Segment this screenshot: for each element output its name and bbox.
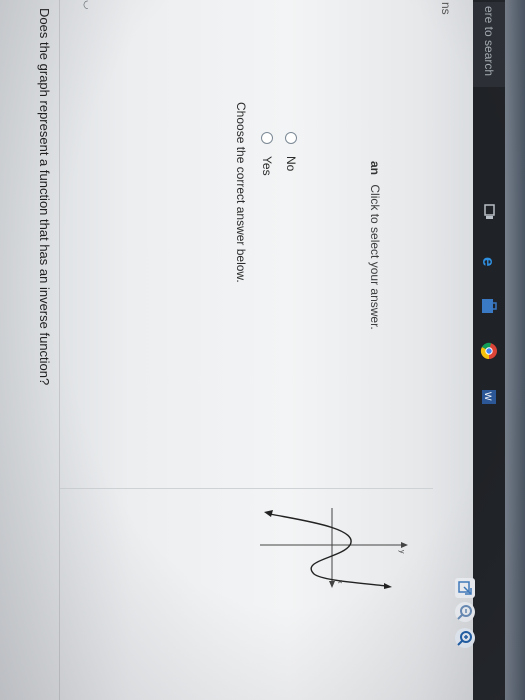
taskbar-search-placeholder: ere to search — [482, 6, 496, 77]
question-divider — [59, 0, 60, 700]
function-graph: y x — [260, 508, 408, 589]
option-no-label: No — [284, 156, 298, 172]
answer-hint-prefix: an — [368, 161, 382, 176]
edge-icon[interactable]: e — [480, 255, 498, 273]
svg-text:y: y — [398, 550, 405, 554]
answer-hint-text[interactable]: Click to select your answer. — [368, 184, 382, 329]
popout-icon[interactable] — [455, 578, 475, 598]
side-panel-label: ns — [439, 2, 453, 15]
radio-no[interactable] — [285, 132, 297, 144]
vertical-divider — [60, 488, 433, 489]
chrome-icon[interactable] — [480, 342, 498, 360]
taskbar-search[interactable]: ere to search — [473, 2, 505, 87]
option-yes-label: Yes — [260, 156, 274, 176]
option-no[interactable]: No — [284, 132, 298, 171]
answer-hint: an Click to select your answer. — [368, 161, 382, 330]
option-yes[interactable]: Yes — [260, 132, 274, 176]
monitor-screen: ere to search e W ns ◡ Does the graph re… — [0, 0, 525, 700]
store-icon[interactable] — [480, 297, 498, 315]
radio-yes[interactable] — [261, 132, 273, 144]
word-icon[interactable]: W — [480, 388, 498, 406]
task-view-icon[interactable] — [480, 203, 498, 221]
svg-text:W: W — [483, 392, 493, 401]
rotated-page: ere to search e W ns ◡ Does the graph re… — [0, 0, 525, 700]
zoom-out-icon[interactable] — [455, 602, 475, 622]
choose-instruction: Choose the correct answer below. — [234, 102, 248, 283]
svg-text:e: e — [480, 257, 498, 266]
question-text: Does the graph represent a function that… — [37, 8, 52, 386]
zoom-in-icon[interactable] — [455, 628, 475, 648]
camera-icon: ◡ — [82, 0, 94, 10]
